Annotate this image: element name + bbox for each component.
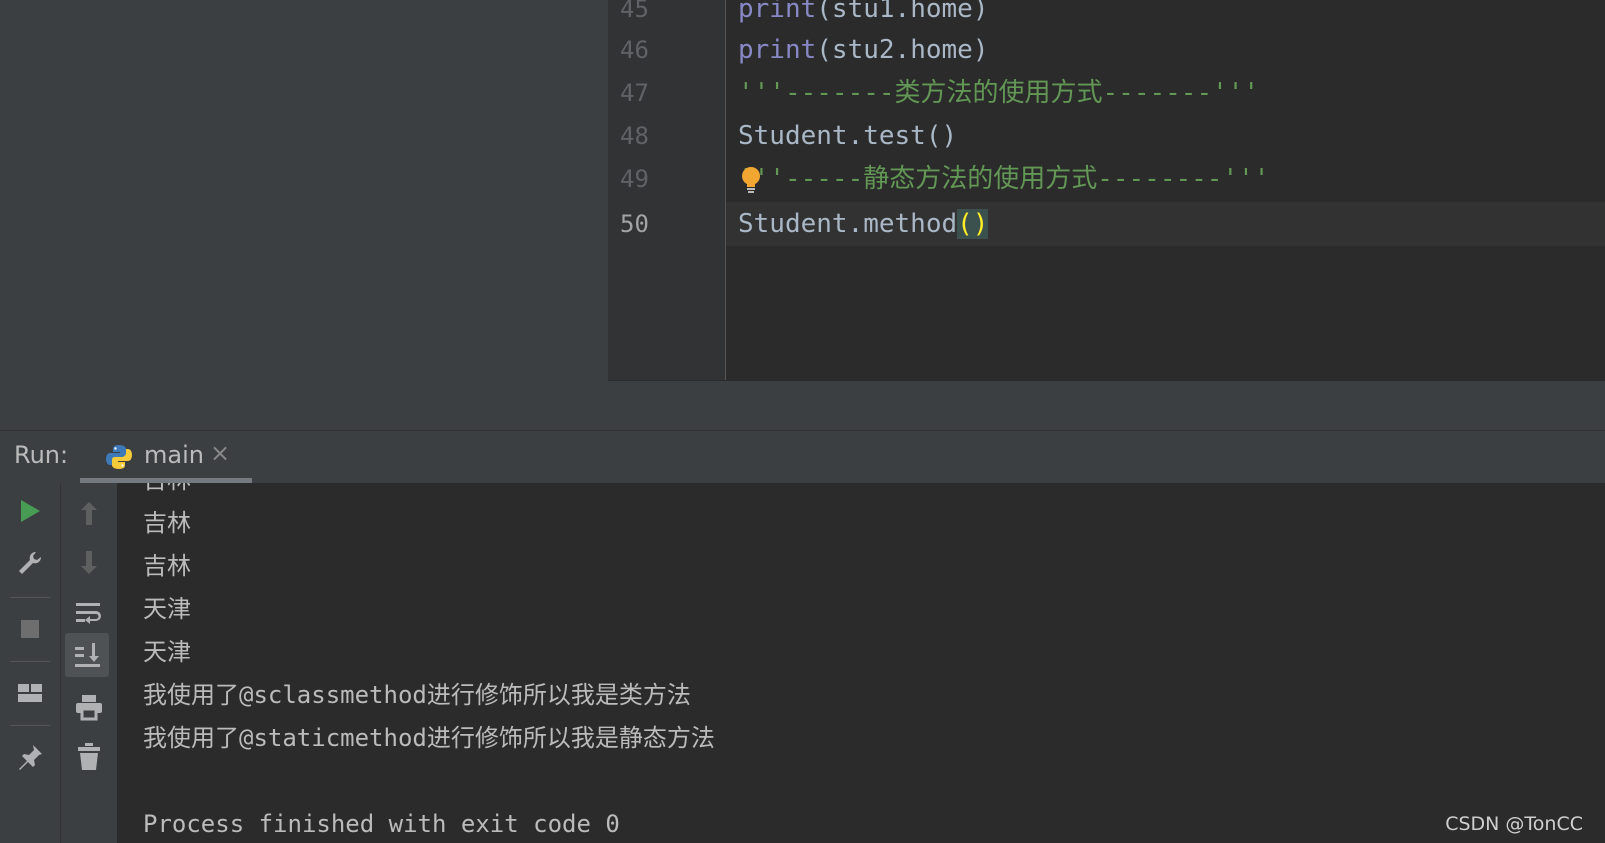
code-line-current[interactable]: 50 Student.method() bbox=[620, 202, 1605, 246]
code-rest: (stu1.home) bbox=[816, 0, 989, 24]
line-number: 50 bbox=[620, 210, 649, 238]
run-panel-header: Run: main × bbox=[0, 430, 1605, 484]
arrow-up-icon[interactable] bbox=[69, 493, 109, 533]
layout-icon[interactable] bbox=[10, 673, 50, 713]
console-output[interactable]: 吉林 吉林 吉林 天津 天津 我使用了@sclassmethod进行修饰所以我是… bbox=[118, 483, 1605, 843]
code-line[interactable]: 46 print(stu2.home) bbox=[620, 28, 1605, 72]
line-number: 48 bbox=[620, 122, 649, 150]
trash-icon[interactable] bbox=[69, 737, 109, 777]
console-line: 吉林 bbox=[143, 483, 191, 500]
toolbar-separator bbox=[10, 661, 50, 662]
arrow-down-icon[interactable] bbox=[69, 543, 109, 583]
console-line: 我使用了@sclassmethod进行修饰所以我是类方法 bbox=[143, 681, 691, 709]
toolbar-separator bbox=[10, 725, 50, 726]
console-line: 吉林 bbox=[143, 509, 191, 537]
run-label: Run: bbox=[14, 441, 69, 469]
editor-bottom-bar bbox=[608, 380, 1605, 431]
console-line: 天津 bbox=[143, 595, 191, 623]
print-icon[interactable] bbox=[69, 687, 109, 727]
code-rest: (stu2.home) bbox=[816, 35, 989, 65]
matched-parens: () bbox=[957, 209, 989, 239]
run-tab-label: main bbox=[144, 441, 204, 469]
line-number: 46 bbox=[620, 36, 649, 64]
process-finished-line: Process finished with exit code 0 bbox=[143, 810, 620, 838]
line-number: 47 bbox=[620, 79, 649, 107]
run-toolbar-primary bbox=[0, 483, 61, 843]
console-line: 天津 bbox=[143, 638, 191, 666]
keyword: print bbox=[738, 35, 817, 65]
wrench-icon[interactable] bbox=[10, 543, 50, 583]
scroll-to-end-icon[interactable] bbox=[65, 633, 109, 677]
python-icon bbox=[106, 445, 132, 469]
line-number: 45 bbox=[620, 0, 649, 23]
code-editor[interactable]: 45 print(stu1.home) 46 print(stu2.home) … bbox=[608, 0, 1605, 380]
watermark: CSDN @TonCC bbox=[1445, 813, 1583, 835]
code-text: print(stu1.home) bbox=[738, 0, 988, 31]
code-text: Student.test() bbox=[738, 121, 958, 151]
code-call: Student.method bbox=[738, 209, 958, 239]
code-line[interactable]: 49 '''-----静态方法的使用方式--------''' bbox=[620, 157, 1605, 201]
stop-icon[interactable] bbox=[10, 609, 50, 649]
line-number: 49 bbox=[620, 165, 649, 193]
code-line[interactable]: 47 '''-------类方法的使用方式-------''' bbox=[620, 71, 1605, 115]
code-line[interactable]: 48 Student.test() bbox=[620, 114, 1605, 158]
lightbulb-icon[interactable] bbox=[740, 166, 762, 194]
code-area[interactable]: 45 print(stu1.home) 46 print(stu2.home) … bbox=[620, 0, 1605, 380]
docstring: '''-------类方法的使用方式-------''' bbox=[738, 78, 1260, 108]
pin-icon[interactable] bbox=[10, 737, 50, 777]
code-text: Student.method() bbox=[738, 202, 989, 246]
run-tab-main[interactable]: main × bbox=[80, 431, 252, 483]
code-text: print(stu2.home) bbox=[738, 28, 988, 72]
project-panel[interactable] bbox=[0, 0, 608, 430]
close-icon[interactable]: × bbox=[210, 439, 230, 467]
run-icon[interactable] bbox=[10, 491, 50, 531]
console-line: 我使用了@staticmethod进行修饰所以我是静态方法 bbox=[143, 724, 715, 752]
console-line: 吉林 bbox=[143, 552, 191, 580]
docstring: '''-----静态方法的使用方式--------''' bbox=[738, 164, 1270, 194]
run-toolbar-secondary bbox=[61, 483, 118, 843]
keyword: print bbox=[738, 0, 817, 24]
toolbar-separator bbox=[10, 597, 50, 598]
soft-wrap-icon[interactable] bbox=[69, 593, 109, 633]
code-line[interactable]: 45 print(stu1.home) bbox=[620, 0, 1605, 31]
